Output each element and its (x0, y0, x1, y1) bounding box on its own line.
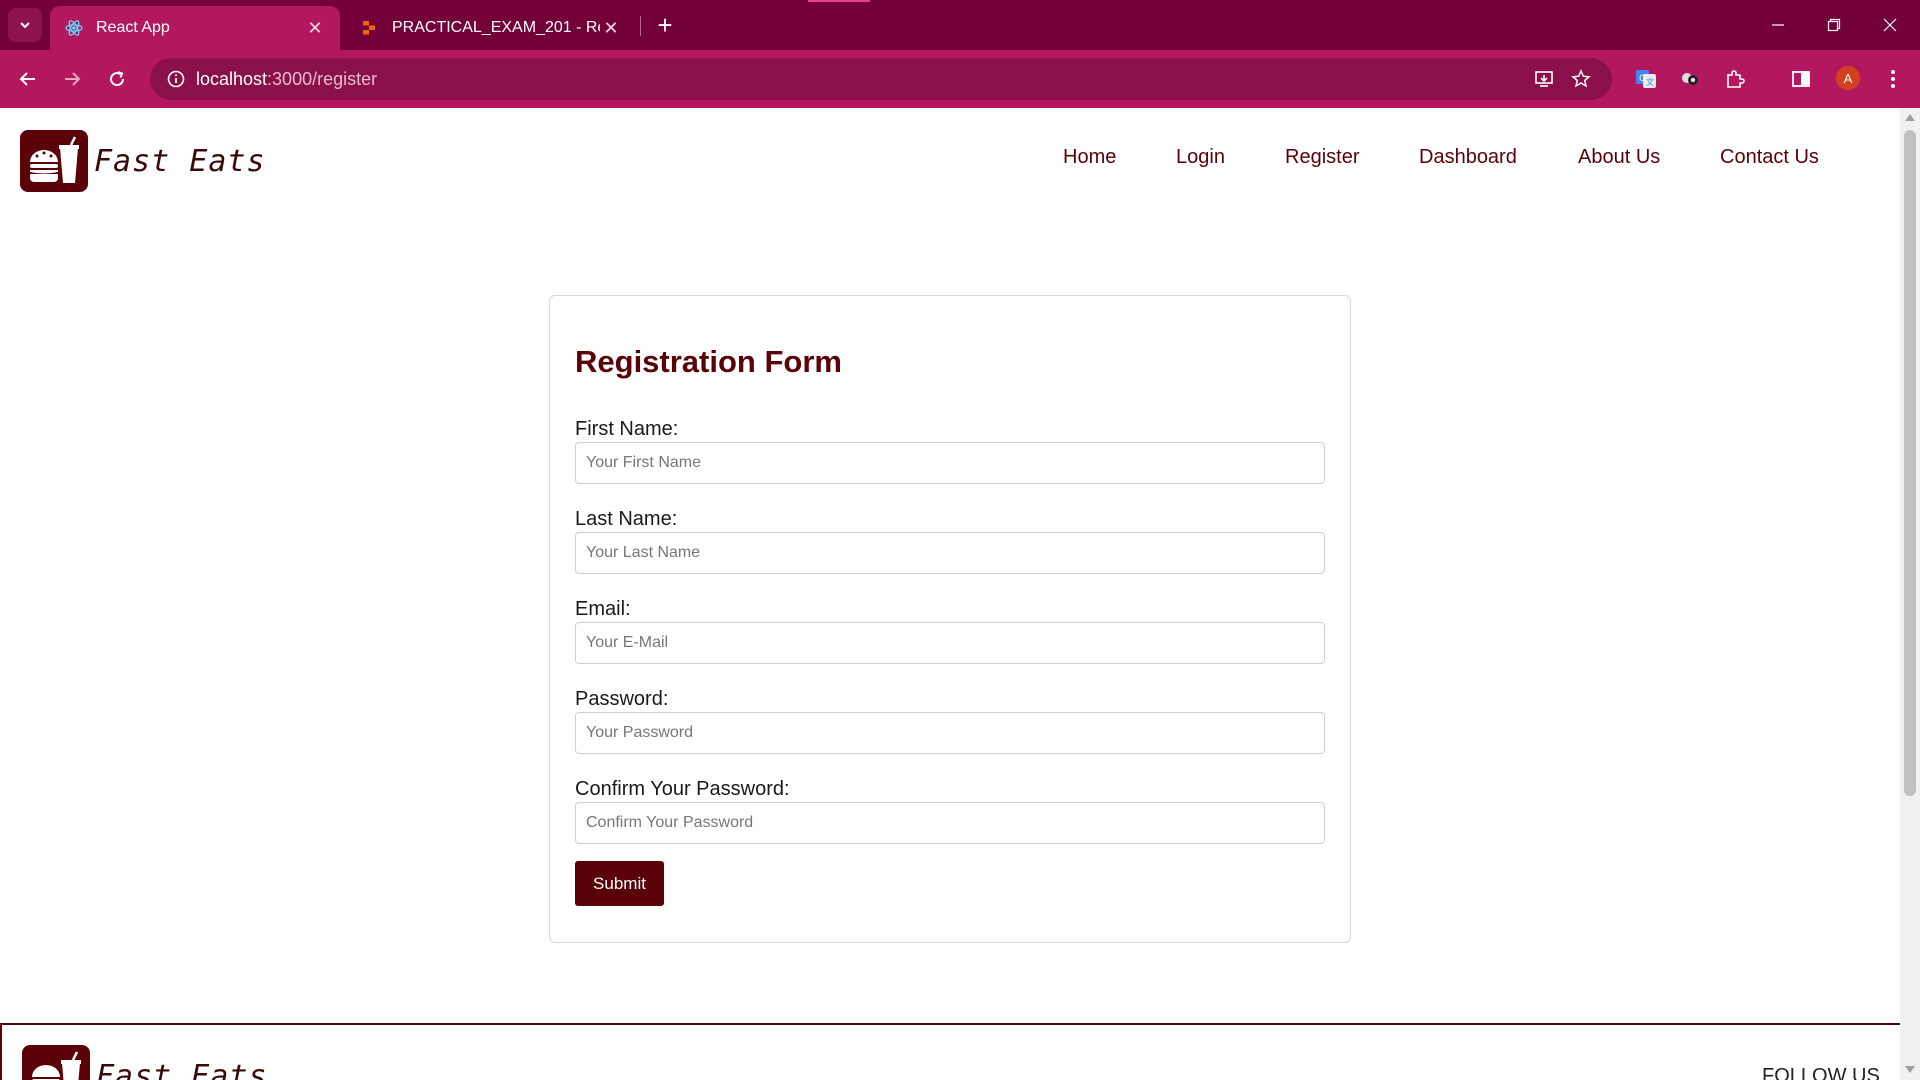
scroll-down-arrow-icon[interactable] (1905, 1066, 1915, 1073)
scrollbar-thumb[interactable] (1904, 130, 1916, 796)
replit-icon (360, 18, 380, 38)
url-path: :3000/register (267, 68, 378, 89)
svg-text:G: G (1639, 74, 1646, 84)
nav-link-home[interactable]: Home (1063, 146, 1116, 169)
install-app-icon[interactable] (1528, 63, 1560, 95)
scroll-up-arrow-icon[interactable] (1905, 114, 1915, 121)
url-host: localhost (196, 68, 268, 89)
chevron-down-icon (20, 22, 30, 29)
back-button[interactable] (12, 63, 44, 95)
reload-icon (110, 71, 125, 87)
password-label: Password: (575, 688, 669, 710)
arrow-right-icon (65, 72, 81, 86)
last-name-input[interactable] (575, 532, 1325, 574)
address-bar[interactable]: localhost:3000/register (150, 58, 1612, 100)
page-viewport: Fast Eats Home Login Register Dashboard … (0, 108, 1900, 1080)
page-scrollbar[interactable] (1900, 108, 1920, 1080)
tab-title: React App (96, 19, 170, 36)
close-tab-icon[interactable]: ✕ (600, 17, 622, 39)
tab-title: PRACTICAL_EXAM_201 - Replit (392, 19, 600, 36)
nav-link-about-us[interactable]: About Us (1578, 146, 1660, 169)
new-tab-button[interactable]: + (650, 10, 680, 40)
nav-link-register[interactable]: Register (1285, 146, 1359, 169)
footer-logo[interactable]: Fast Eats (22, 1045, 268, 1080)
minimize-button[interactable] (1750, 0, 1806, 50)
password-input[interactable] (575, 712, 1325, 754)
email-label: Email: (575, 598, 631, 620)
brand-name: Fast Eats (94, 143, 266, 179)
google-translate-icon[interactable]: G文 (1630, 63, 1662, 95)
first-name-label: First Name: (575, 418, 679, 440)
arrow-left-icon (19, 72, 35, 86)
svg-text:文: 文 (1646, 77, 1654, 87)
footer-brand-name: Fast Eats (96, 1058, 268, 1080)
extensions-puzzle-icon[interactable] (1719, 63, 1751, 95)
confirm-password-label: Confirm Your Password: (575, 778, 790, 800)
first-name-input[interactable] (575, 442, 1325, 484)
tab-strip-indicator (808, 0, 870, 2)
burger-drink-logo-icon (20, 130, 88, 192)
nav-link-login[interactable]: Login (1176, 146, 1225, 169)
submit-button[interactable]: Submit (575, 861, 664, 906)
restore-button[interactable] (1806, 0, 1862, 50)
nav-link-dashboard[interactable]: Dashboard (1419, 146, 1517, 169)
browser-menu-icon[interactable] (1877, 63, 1909, 95)
side-panel-icon[interactable] (1785, 63, 1817, 95)
confirm-password-input[interactable] (575, 802, 1325, 844)
registration-form: Registration Form First Name: Last Name:… (549, 295, 1351, 943)
close-icon (1883, 18, 1897, 32)
last-name-label: Last Name: (575, 508, 678, 530)
restore-icon (1827, 18, 1841, 32)
forward-button[interactable] (56, 63, 88, 95)
follow-us-heading: FOLLOW US (1762, 1065, 1880, 1080)
extension-icon[interactable] (1674, 63, 1706, 95)
tab-react-app[interactable]: React App ✕ (50, 6, 340, 50)
browser-toolbar: localhost:3000/register G文 (0, 50, 1920, 108)
tab-divider (640, 16, 641, 36)
react-icon (64, 18, 84, 38)
form-title: Registration Form (575, 344, 842, 379)
browser-tab-strip: React App ✕ PRACTICAL_EXAM_201 - Replit … (0, 0, 1920, 50)
close-window-button[interactable] (1862, 0, 1918, 50)
email-input[interactable] (575, 622, 1325, 664)
site-footer: Fast Eats FOLLOW US (0, 1023, 1900, 1080)
tab-search-button[interactable] (8, 8, 42, 42)
site-info-icon[interactable] (156, 58, 196, 100)
burger-drink-logo-icon (22, 1045, 90, 1080)
site-logo[interactable]: Fast Eats (20, 130, 266, 192)
close-tab-icon[interactable]: ✕ (304, 17, 326, 39)
profile-avatar[interactable]: A (1836, 66, 1860, 90)
bookmark-star-icon[interactable] (1565, 63, 1597, 95)
tab-replit[interactable]: PRACTICAL_EXAM_201 - Replit ✕ (346, 6, 636, 50)
site-header: Fast Eats Home Login Register Dashboard … (0, 108, 1900, 218)
nav-link-contact-us[interactable]: Contact Us (1720, 146, 1819, 169)
reload-button[interactable] (101, 63, 133, 95)
minimize-icon (1772, 24, 1784, 26)
